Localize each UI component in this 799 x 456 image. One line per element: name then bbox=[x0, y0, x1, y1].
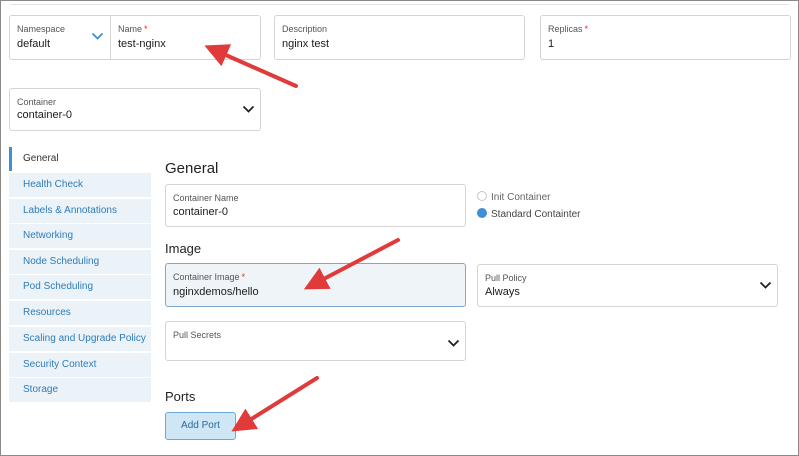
add-port-button[interactable]: Add Port bbox=[165, 412, 236, 440]
radio-standard-container[interactable]: Standard Containter bbox=[477, 208, 581, 222]
nav-item-health-check[interactable]: Health Check bbox=[9, 173, 151, 197]
nav-item-scaling-upgrade-policy[interactable]: Scaling and Upgrade Policy bbox=[9, 327, 151, 351]
container-image-field[interactable]: Container Image * nginxdemos/hello bbox=[165, 263, 466, 307]
nav-item-security-context[interactable]: Security Context bbox=[9, 353, 151, 377]
name-value: test-nginx bbox=[118, 38, 166, 50]
namespace-value: default bbox=[17, 38, 51, 50]
general-heading: General bbox=[165, 160, 219, 177]
image-heading: Image bbox=[165, 241, 202, 256]
namespace-label: Namespace bbox=[17, 24, 66, 34]
container-value: container-0 bbox=[17, 109, 73, 121]
nav-item-resources[interactable]: Resources bbox=[9, 301, 151, 325]
description-value: nginx test bbox=[282, 38, 330, 50]
nav-item-general[interactable]: General bbox=[9, 147, 151, 171]
pull-secrets-label: Pull Secrets bbox=[173, 330, 222, 340]
chevron-down-icon bbox=[91, 32, 104, 40]
pull-secrets-select[interactable]: Pull Secrets bbox=[165, 321, 466, 361]
description-label: Description bbox=[282, 24, 328, 34]
radio-circle bbox=[477, 191, 487, 201]
pull-policy-select[interactable]: Pull Policy Always bbox=[477, 264, 778, 307]
namespace-select[interactable]: Namespace default bbox=[9, 15, 110, 60]
replicas-field[interactable]: Replicas * 1 bbox=[540, 15, 791, 60]
container-name-label: Container Name bbox=[173, 193, 239, 203]
container-image-label: Container Image * bbox=[173, 272, 246, 282]
pull-policy-value: Always bbox=[485, 286, 520, 298]
description-field[interactable]: Description nginx test bbox=[274, 15, 525, 60]
section-nav: General Health Check Labels & Annotation… bbox=[9, 145, 151, 415]
container-label: Container bbox=[17, 97, 57, 107]
radio-circle-selected bbox=[477, 208, 487, 218]
pull-policy-label: Pull Policy bbox=[485, 273, 527, 283]
replicas-value: 1 bbox=[548, 38, 555, 50]
chevron-down-icon bbox=[242, 105, 255, 113]
container-name-value: container-0 bbox=[173, 206, 229, 218]
radio-init-container[interactable]: Init Container bbox=[477, 191, 550, 205]
ports-heading: Ports bbox=[165, 389, 196, 404]
replicas-label: Replicas * bbox=[548, 24, 589, 34]
name-field[interactable]: Name * test-nginx bbox=[110, 15, 261, 60]
top-divider bbox=[10, 4, 789, 5]
nav-item-node-scheduling[interactable]: Node Scheduling bbox=[9, 250, 151, 274]
nav-item-networking[interactable]: Networking bbox=[9, 224, 151, 248]
nav-item-labels-annotations[interactable]: Labels & Annotations bbox=[9, 199, 151, 223]
name-label: Name * bbox=[118, 24, 148, 34]
nav-item-pod-scheduling[interactable]: Pod Scheduling bbox=[9, 275, 151, 299]
container-name-field[interactable]: Container Name container-0 bbox=[165, 184, 466, 227]
nav-item-storage[interactable]: Storage bbox=[9, 378, 151, 402]
container-image-value: nginxdemos/hello bbox=[173, 286, 259, 298]
container-select[interactable]: Container container-0 bbox=[9, 88, 261, 131]
chevron-down-icon bbox=[759, 281, 772, 289]
chevron-down-icon bbox=[447, 339, 460, 347]
